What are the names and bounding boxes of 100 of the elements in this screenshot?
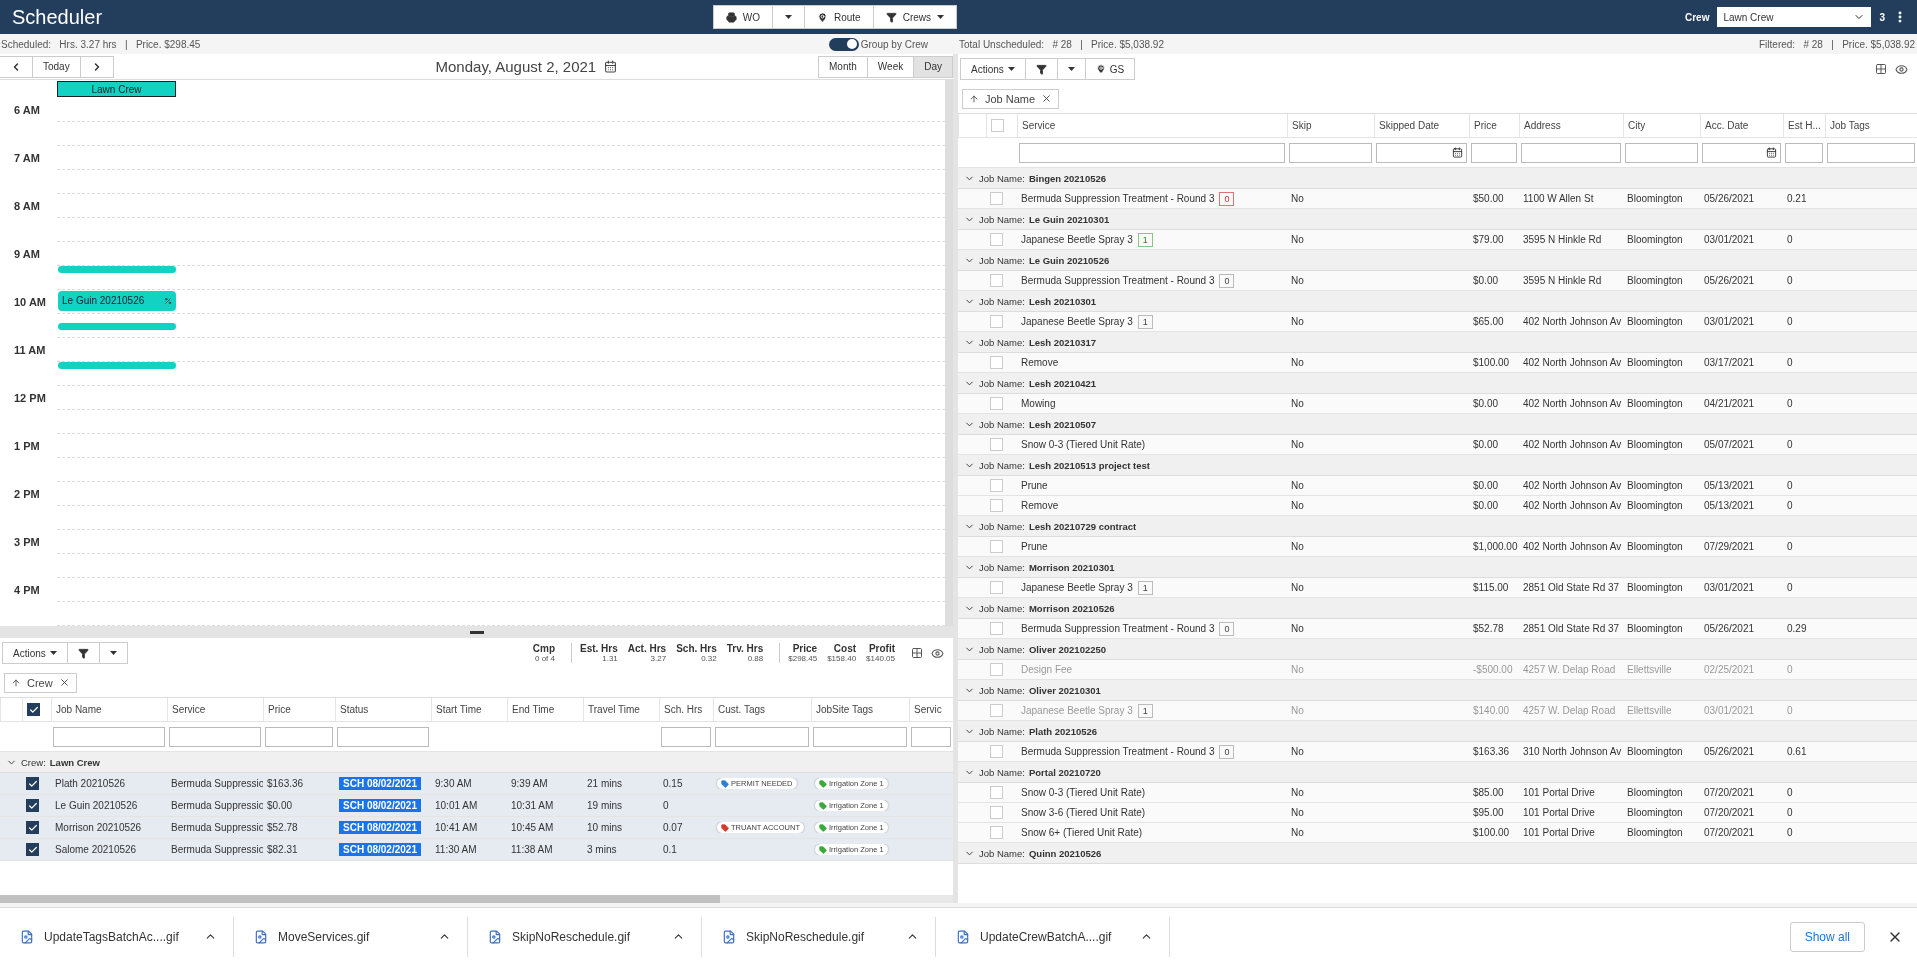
download-item[interactable]: UpdateCrewBatchA....gif: [936, 916, 1170, 957]
file-icon: [254, 929, 268, 944]
group-name: Lesh 20210729 contract: [1028, 520, 1137, 532]
filter-field[interactable]: [1827, 142, 1915, 163]
filter-field[interactable]: [813, 726, 907, 747]
group-chip[interactable]: Crew: [4, 672, 77, 693]
download-item[interactable]: MoveServices.gif: [234, 916, 468, 957]
column-header[interactable]: Service: [167, 698, 263, 721]
city-cell-text: Bloomington: [1626, 480, 1684, 491]
eye-icon[interactable]: [1895, 62, 1908, 76]
round-count: 0: [1219, 273, 1235, 288]
group-label: Job Name:: [979, 847, 1025, 859]
filter-icon: [885, 11, 897, 23]
column-header[interactable]: Skip: [1287, 114, 1374, 137]
close-icon[interactable]: [1041, 93, 1053, 104]
date-filter-field[interactable]: [1376, 142, 1467, 163]
view-tab[interactable]: Month: [818, 55, 868, 78]
sch-hrs-cell-text: 0.15: [662, 778, 684, 789]
caret-icon: [784, 15, 792, 19]
column-header[interactable]: Sch. Hrs: [659, 698, 713, 721]
column-header[interactable]: Job Name: [51, 698, 167, 721]
column-header[interactable]: Cust. Tags: [713, 698, 811, 721]
close-icon[interactable]: [58, 677, 70, 688]
address-cell-text: 402 North Johnson Av: [1522, 398, 1623, 409]
column-header[interactable]: Acc. Date: [1700, 114, 1783, 137]
column-header[interactable]: End Time: [507, 698, 583, 721]
date-cell-text: 05/26/2021: [1703, 623, 1756, 634]
filter-field[interactable]: [1289, 142, 1372, 163]
dropdown-button[interactable]: [98, 642, 128, 664]
column-header[interactable]: Start Time: [431, 698, 507, 721]
column-header[interactable]: Price: [263, 698, 335, 721]
date-cell-text: 03/01/2021: [1703, 234, 1756, 245]
group-label: Job Name:: [979, 725, 1025, 737]
price-cell-text: $0.00: [1472, 480, 1500, 491]
date-cell-text: 05/26/2021: [1703, 275, 1756, 286]
filter-field[interactable]: [53, 726, 165, 747]
city-cell-text: Ellettsville: [1626, 705, 1673, 716]
calendar-event[interactable]: [58, 322, 176, 330]
date-filter-field[interactable]: [1702, 142, 1781, 163]
dropdown-button[interactable]: [1056, 58, 1086, 80]
locate-button[interactable]: GS: [1084, 58, 1136, 80]
column-header[interactable]: JobSite Tags: [811, 698, 909, 721]
view-tab[interactable]: Day: [913, 55, 953, 78]
grid-icon[interactable]: [911, 647, 923, 659]
select-all-checkbox[interactable]: [27, 703, 40, 716]
filter-field[interactable]: [169, 726, 261, 747]
service-name: Japanese Beetle Spray 3: [1021, 234, 1133, 245]
row-checkbox[interactable]: [26, 821, 39, 834]
date-cell-text: 05/07/2021: [1703, 439, 1756, 450]
filter-field[interactable]: [1471, 142, 1517, 163]
filter-field[interactable]: [337, 726, 429, 747]
show-all-button[interactable]: Show all: [1789, 921, 1865, 952]
hours-cell-text: 0: [1786, 787, 1794, 798]
column-header[interactable]: City: [1623, 114, 1700, 137]
unscheduled-summary: Total Unscheduled: # 28 | Price. $5,038.92: [959, 38, 1164, 50]
filter-field[interactable]: [715, 726, 809, 747]
column-header[interactable]: Job Tags: [1825, 114, 1917, 137]
hour-label: 1 PM: [13, 439, 41, 454]
actions-button[interactable]: Actions: [2, 642, 68, 664]
download-item[interactable]: UpdateTagsBatchAc....gif: [0, 916, 234, 957]
filter-button[interactable]: [66, 642, 100, 664]
view-tab[interactable]: Week: [866, 55, 915, 78]
row-checkbox[interactable]: [26, 777, 39, 790]
column-header[interactable]: Price: [1469, 114, 1519, 137]
crew-select[interactable]: Lawn Crew: [1717, 7, 1872, 27]
column-header[interactable]: Travel Time: [583, 698, 659, 721]
filter-field[interactable]: [265, 726, 333, 747]
filter-field[interactable]: [661, 726, 711, 747]
grid-icon[interactable]: [1875, 63, 1887, 75]
column-header[interactable]: Service: [1017, 114, 1287, 137]
today-button[interactable]: Today: [32, 55, 81, 78]
group-chip[interactable]: Job Name: [962, 88, 1060, 109]
filter-field[interactable]: [1019, 142, 1285, 163]
column-header[interactable]: Skipped Date: [1374, 114, 1469, 137]
row-checkbox[interactable]: [26, 843, 39, 856]
filter-field[interactable]: [1625, 142, 1698, 163]
splitter-handle[interactable]: [469, 630, 484, 634]
actions-button[interactable]: Actions: [960, 58, 1026, 80]
price-cell-text: $0.00: [1472, 398, 1500, 409]
group-name: Oliver 20210301: [1028, 684, 1101, 696]
column-header[interactable]: Est H...: [1783, 114, 1825, 137]
download-item[interactable]: SkipNoReschedule.gif: [702, 916, 936, 957]
filter-field[interactable]: [1521, 142, 1621, 163]
filter-field[interactable]: [911, 726, 951, 747]
scrollbar-thumb[interactable]: [0, 895, 720, 903]
address-cell-text: 402 North Johnson Av: [1522, 480, 1623, 491]
calendar-icon[interactable]: [604, 60, 618, 73]
group-toggle[interactable]: [828, 37, 859, 51]
eye-icon[interactable]: [931, 646, 944, 660]
row-checkbox[interactable]: [26, 799, 39, 812]
filter-field[interactable]: [1785, 142, 1823, 163]
download-item[interactable]: SkipNoReschedule.gif: [468, 916, 702, 957]
filter-button[interactable]: [1024, 58, 1058, 80]
end-time-cell-text: 11:38 AM: [510, 844, 554, 855]
stat-label: Price: [792, 643, 818, 654]
column-header[interactable]: Status: [335, 698, 431, 721]
calendar-event[interactable]: Le Guin 20210526: [58, 290, 176, 311]
column-header[interactable]: Address: [1519, 114, 1623, 137]
city-cell-text: Bloomington: [1626, 316, 1684, 327]
hours-cell-text: 0.61: [1786, 746, 1808, 757]
